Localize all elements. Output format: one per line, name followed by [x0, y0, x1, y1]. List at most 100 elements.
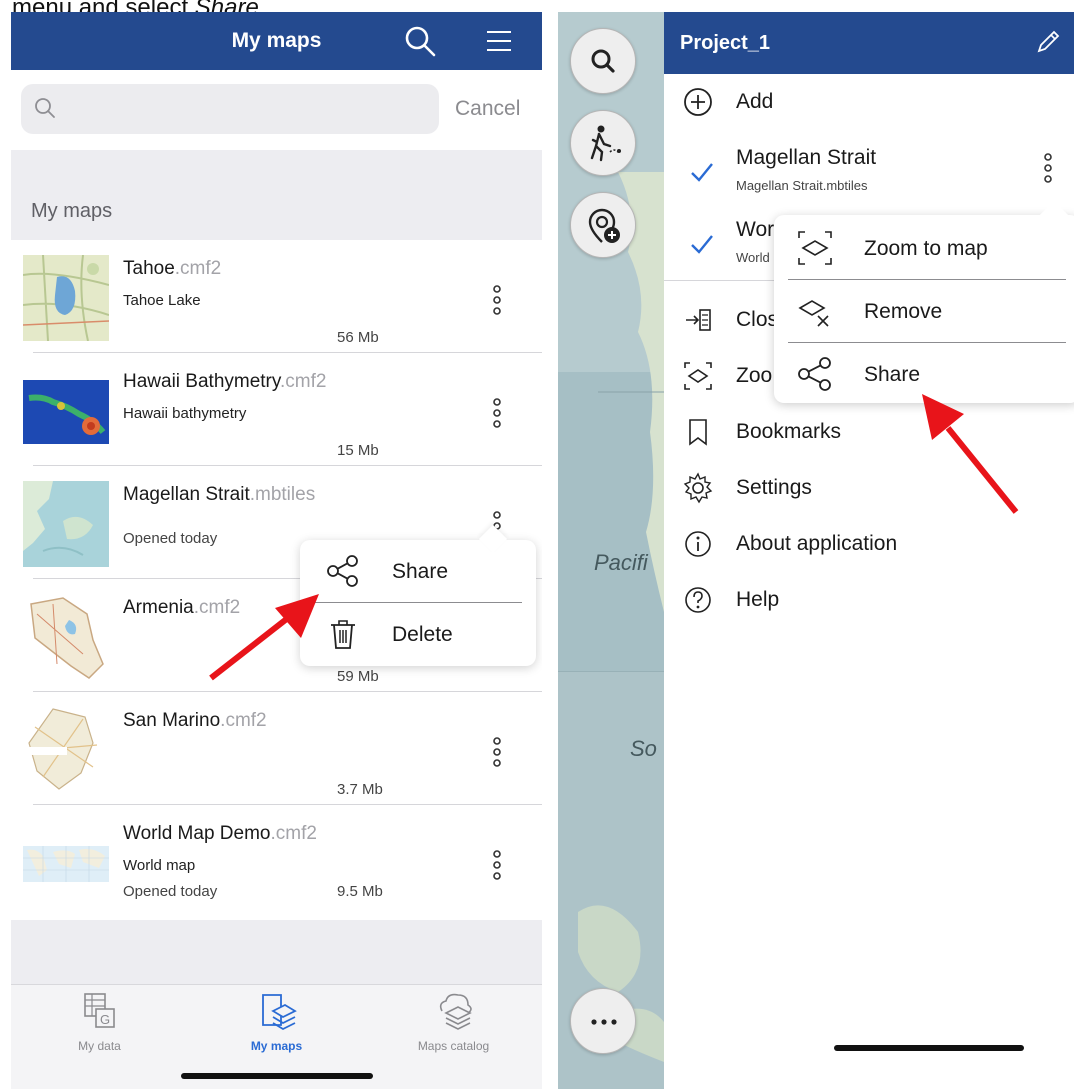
map-name: Hawaii Bathymetry.cmf2: [123, 371, 327, 392]
map-description: Tahoe Lake: [123, 292, 201, 309]
map-context-menu: Share Delete: [300, 524, 536, 666]
checkmark-icon[interactable]: [690, 232, 714, 256]
tab-my-maps[interactable]: My maps: [188, 991, 365, 1061]
zoom-to-map-icon: [684, 362, 712, 390]
share-icon: [327, 555, 358, 587]
map-opened-date: Opened today: [123, 530, 218, 547]
zoom-to-map-icon: [798, 231, 832, 265]
hamburger-menu-icon[interactable]: [485, 28, 513, 54]
pencil-icon[interactable]: [1034, 28, 1062, 56]
map-thumbnail: [23, 368, 109, 454]
map-thumbnail: [23, 820, 109, 906]
project-panel: Project_1 Add Magellan Strait Magellan S…: [664, 12, 1074, 1089]
close-project-icon: [686, 309, 711, 331]
more-options-icon[interactable]: [1038, 148, 1058, 188]
map-search-button[interactable]: [570, 28, 636, 94]
map-size: 59 Mb: [337, 668, 379, 685]
remove-layer-icon: [798, 300, 829, 327]
search-icon: [35, 98, 55, 118]
map-name: San Marino.cmf2: [123, 710, 267, 731]
ocean-label: Pacifi: [594, 550, 648, 575]
svg-text:G: G: [100, 1012, 110, 1027]
more-options-icon[interactable]: [487, 393, 507, 433]
map-filename: World: [736, 250, 770, 265]
search-bar: Cancel: [11, 70, 542, 150]
map-size: 3.7 Mb: [337, 781, 383, 798]
location-add-icon: [588, 208, 620, 243]
map-view[interactable]: Pacifi So: [558, 12, 664, 1089]
help-item[interactable]: Help: [664, 572, 1074, 628]
more-actions-button[interactable]: [570, 988, 636, 1054]
map-size: 15 Mb: [337, 442, 379, 459]
search-icon: [591, 49, 615, 73]
help-icon: [685, 587, 711, 613]
map-size: 56 Mb: [337, 329, 379, 346]
map-filename: Magellan Strait.mbtiles: [736, 178, 868, 193]
map-description: World map: [123, 857, 196, 874]
menu-label: About application: [736, 532, 898, 555]
tab-maps-catalog[interactable]: Maps catalog: [365, 991, 542, 1061]
more-options-icon[interactable]: [487, 280, 507, 320]
list-item[interactable]: World Map Demo.cmf2 World map Opened tod…: [11, 805, 542, 918]
top-bar: My maps: [11, 12, 542, 70]
section-header: My maps: [31, 200, 113, 222]
map-name: Magellan Strait.mbtiles: [123, 484, 316, 505]
gear-icon: [683, 472, 713, 504]
map-name: World Map Demo.cmf2: [123, 823, 317, 844]
about-item[interactable]: About application: [664, 516, 1074, 572]
checkmark-icon[interactable]: [690, 160, 714, 184]
search-icon[interactable]: [403, 24, 437, 58]
menu-label: Help: [736, 588, 780, 611]
zoom-to-map-item[interactable]: Zoom to map: [774, 217, 1074, 279]
ocean-label: So: [630, 736, 657, 761]
track-button[interactable]: [570, 110, 636, 176]
tab-label: My data: [78, 1039, 121, 1053]
cancel-button[interactable]: Cancel: [455, 97, 520, 121]
remove-item[interactable]: Remove: [774, 280, 1074, 342]
tab-label: My maps: [250, 1039, 303, 1053]
ellipsis-icon: [591, 1019, 617, 1025]
info-icon: [685, 531, 711, 557]
my-maps-screen: My maps Cancel My maps Tahoe.cmf2 Tahoe …: [11, 12, 542, 1089]
maps-catalog-icon: [439, 993, 472, 1030]
menu-label: Zoo: [736, 364, 773, 387]
add-map-item[interactable]: Add: [664, 74, 1074, 130]
bookmark-icon: [689, 419, 707, 446]
share-menu-item[interactable]: Share: [300, 540, 536, 602]
map-name: Tahoe.cmf2: [123, 258, 222, 279]
walking-track-icon: [590, 125, 621, 162]
map-thumbnail: [23, 594, 109, 680]
more-options-icon[interactable]: [487, 845, 507, 885]
my-data-icon: G: [83, 993, 115, 1028]
red-arrow-annotation: [922, 394, 1019, 514]
home-indicator: [834, 1045, 1024, 1051]
add-point-button[interactable]: [570, 192, 636, 258]
list-item[interactable]: San Marino.cmf2 3.7 Mb: [11, 692, 542, 805]
delete-menu-item[interactable]: Delete: [300, 603, 536, 665]
more-options-icon[interactable]: [487, 732, 507, 772]
share-icon: [798, 357, 831, 391]
red-arrow-annotation: [209, 594, 319, 681]
my-maps-icon: [261, 994, 297, 1031]
map-name: Magellan Strait: [736, 146, 877, 169]
search-box[interactable]: [21, 84, 439, 134]
page-title: My maps: [231, 29, 322, 52]
list-item[interactable]: Hawaii Bathymetry.cmf2 Hawaii bathymetry…: [11, 353, 542, 466]
project-header: Project_1: [664, 12, 1074, 74]
search-input[interactable]: [65, 92, 425, 126]
remove-label: Remove: [864, 300, 943, 323]
map-name: Wor: [736, 218, 775, 241]
trash-icon: [331, 620, 355, 649]
project-title: Project_1: [680, 32, 771, 54]
map-opened-date: Opened today: [123, 883, 218, 900]
list-item[interactable]: Tahoe.cmf2 Tahoe Lake 56 Mb: [11, 240, 542, 353]
project-map-item[interactable]: Magellan Strait Magellan Strait.mbtiles: [664, 136, 1074, 208]
map-options-menu: Zoom to map Remove Share: [774, 200, 1074, 403]
tab-my-data[interactable]: G My data: [11, 991, 188, 1061]
share-label: Share: [864, 363, 921, 386]
menu-label: Settings: [736, 476, 812, 499]
map-description: Hawaii bathymetry: [123, 405, 247, 422]
map-size: 9.5 Mb: [337, 883, 383, 900]
home-indicator: [181, 1073, 373, 1079]
map-thumbnail: [23, 255, 109, 341]
